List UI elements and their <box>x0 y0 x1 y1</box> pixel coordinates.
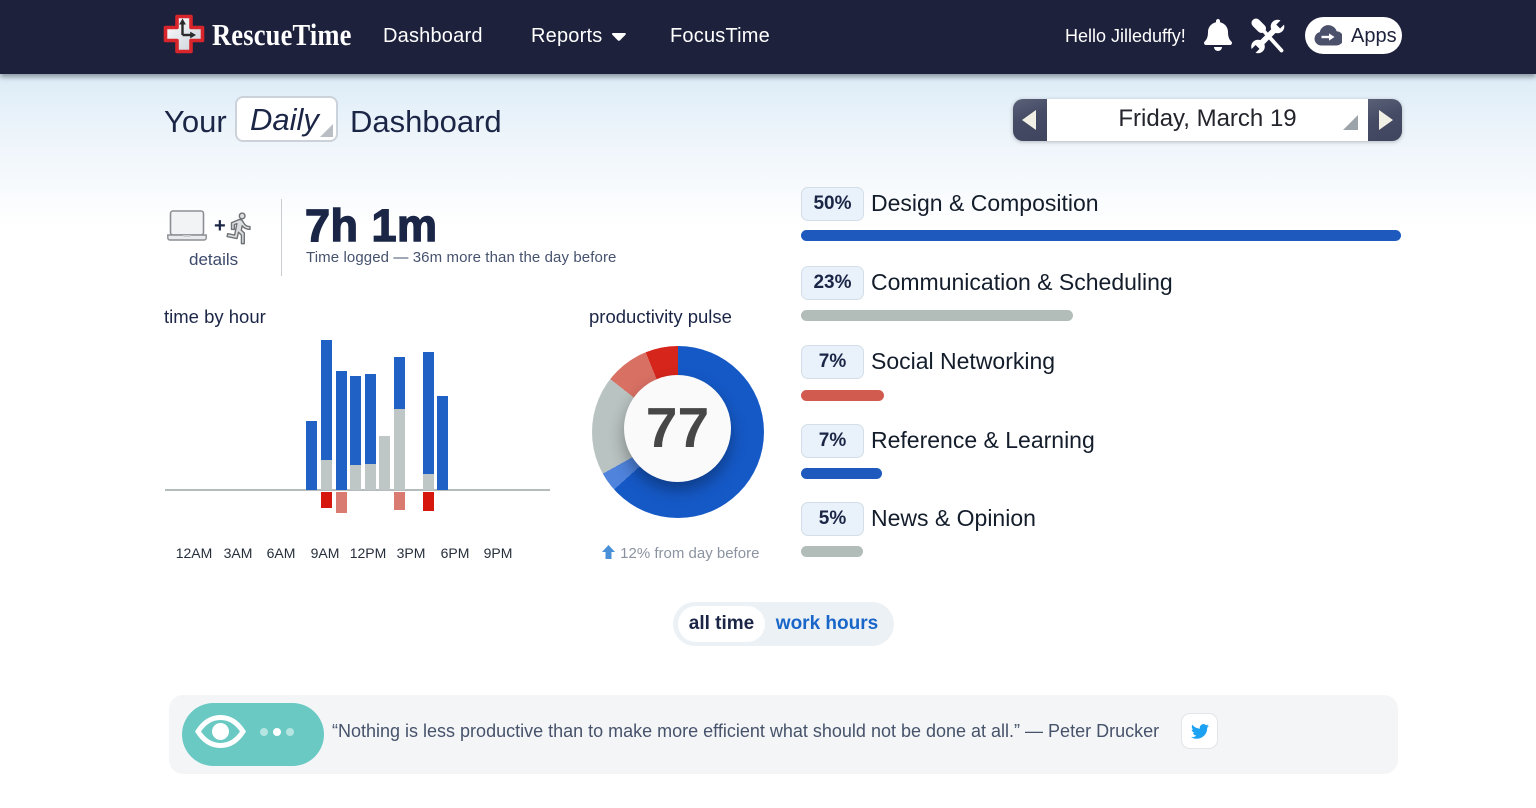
svg-text:+: + <box>214 215 226 237</box>
